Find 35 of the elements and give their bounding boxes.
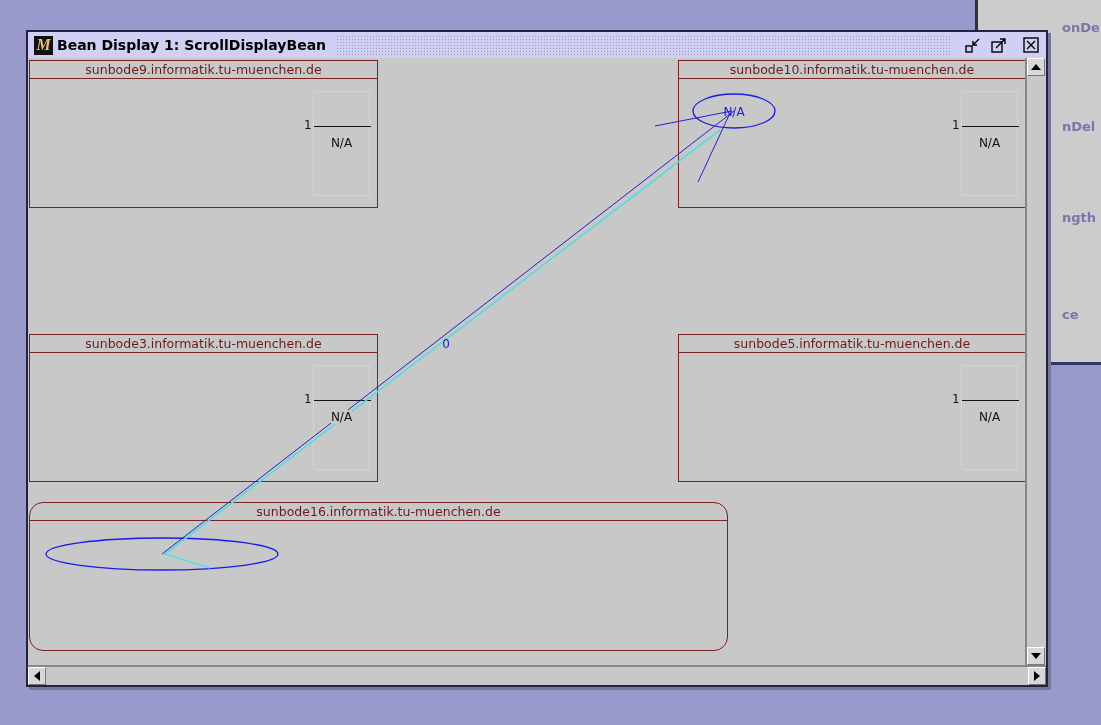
minimize-icon bbox=[965, 37, 981, 53]
meter-value: N/A bbox=[978, 136, 1001, 150]
node-label: N/A bbox=[723, 105, 745, 119]
close-icon bbox=[1023, 37, 1039, 53]
host-name: sunbode3.informatik.tu-muenchen.de bbox=[85, 336, 322, 351]
edge-label: 0 bbox=[442, 337, 450, 351]
scroll-up-button[interactable] bbox=[1027, 58, 1045, 76]
scroll-down-button[interactable] bbox=[1027, 647, 1045, 665]
vertical-scrollbar[interactable] bbox=[1025, 58, 1046, 665]
property-label: ngth bbox=[1062, 210, 1097, 225]
host-name: sunbode10.informatik.tu-muenchen.de bbox=[729, 62, 975, 77]
meter-scale: 1 bbox=[304, 392, 312, 406]
property-label: ce bbox=[1062, 307, 1079, 322]
meter-value: N/A bbox=[330, 136, 353, 150]
meter-value: N/A bbox=[330, 410, 353, 424]
scroll-left-button[interactable] bbox=[28, 667, 46, 685]
host-name: sunbode5.informatik.tu-muenchen.de bbox=[733, 336, 971, 351]
meter-scale: 1 bbox=[304, 118, 312, 132]
app-logo: M bbox=[34, 35, 53, 55]
host-name: sunbode9.informatik.tu-muenchen.de bbox=[85, 62, 322, 77]
up-arrow-icon bbox=[1031, 63, 1041, 71]
close-button[interactable] bbox=[1020, 35, 1042, 55]
meter-scale: 1 bbox=[952, 392, 960, 406]
property-label: onDe bbox=[1062, 20, 1100, 35]
horizontal-scrollbar[interactable] bbox=[28, 665, 1046, 685]
maximize-icon bbox=[991, 37, 1007, 53]
property-label: nDel bbox=[1062, 119, 1096, 134]
scroll-right-button[interactable] bbox=[1028, 667, 1046, 685]
meter-value: N/A bbox=[978, 410, 1001, 424]
meter-scale: 1 bbox=[952, 118, 960, 132]
window-title: Bean Display 1: ScrollDisplayBean bbox=[57, 37, 327, 53]
host-name: sunbode16.informatik.tu-muenchen.de bbox=[256, 504, 501, 519]
left-arrow-icon bbox=[33, 671, 41, 681]
down-arrow-icon bbox=[1031, 652, 1041, 660]
right-arrow-icon bbox=[1033, 671, 1041, 681]
